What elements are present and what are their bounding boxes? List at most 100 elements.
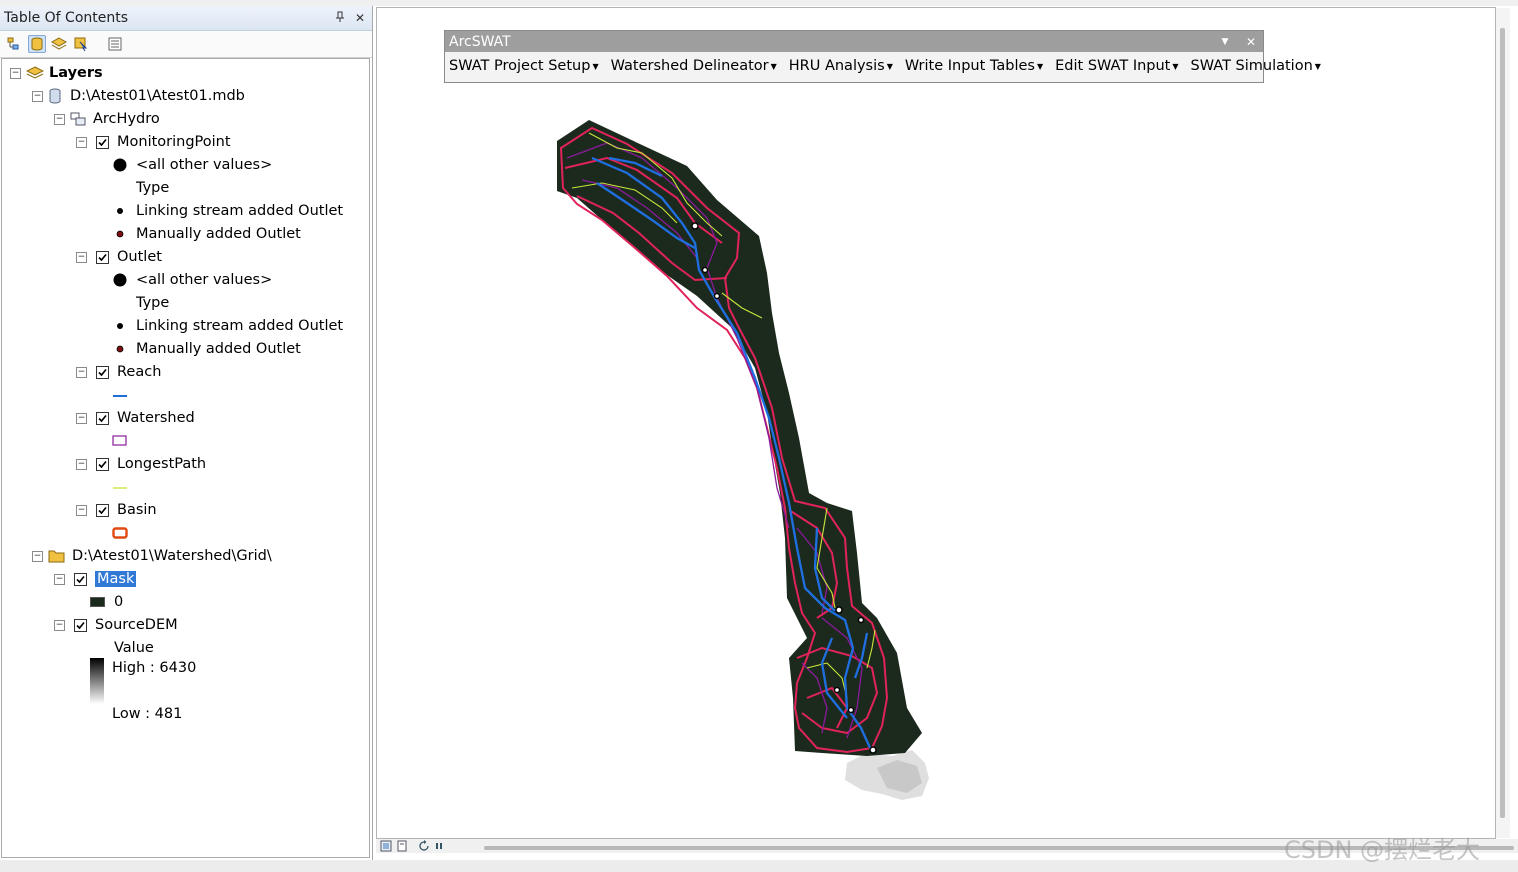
legend-mask-value: 0: [90, 591, 123, 613]
small-point-symbol-icon: [117, 208, 123, 214]
basin-polygon-symbol-icon: [112, 527, 128, 539]
dem-gradient-ramp: [90, 658, 104, 704]
tree-item-longestpath[interactable]: LongestPath: [96, 453, 206, 475]
collapse-layers-button[interactable]: −: [10, 68, 21, 79]
arcswat-menu-bar: SWAT Project Setup ▼ Watershed Delineator…: [445, 52, 1321, 80]
legend-monitoring-manual: Manually added Outlet: [114, 223, 301, 245]
toc-title: Table Of Contents: [4, 10, 129, 26]
outlet-checkbox[interactable]: [96, 250, 109, 264]
tree-item-database[interactable]: D:\Atest01\Atest01.mdb: [48, 85, 245, 107]
tree-item-basin[interactable]: Basin: [96, 499, 157, 521]
vertical-scroll-thumb[interactable]: [1500, 28, 1505, 818]
legend-monitoring-all-other: <all other values>: [112, 154, 272, 176]
reach-line-symbol-icon: [113, 395, 127, 397]
tree-item-reach[interactable]: Reach: [96, 361, 161, 383]
list-by-drawing-order-icon[interactable]: [6, 35, 24, 53]
legend-monitoring-linking: Linking stream added Outlet: [114, 200, 343, 222]
tree-item-sourcedem[interactable]: SourceDEM: [74, 614, 178, 636]
legend-dem-value-heading: Value: [114, 640, 154, 656]
small-point-symbol-icon: [117, 323, 123, 329]
collapse-archydro-button[interactable]: −: [54, 114, 65, 125]
chevron-down-icon: ▼: [1036, 61, 1044, 71]
map-display[interactable]: [376, 7, 1496, 839]
tree-item-layers[interactable]: Layers: [26, 62, 103, 84]
list-by-selection-icon[interactable]: [72, 35, 90, 53]
legend-monitoring-type-heading: Type: [136, 180, 170, 196]
map-vertical-scrollbar[interactable]: [1496, 8, 1510, 838]
tree-item-monitoringpoint[interactable]: MonitoringPoint: [96, 131, 231, 153]
toc-titlebar: Table Of Contents ✕: [0, 6, 372, 31]
collapse-outlet-button[interactable]: −: [76, 252, 87, 263]
legend-outlet-manual: Manually added Outlet: [114, 338, 301, 360]
menu-swat-project-setup[interactable]: SWAT Project Setup ▼: [449, 58, 599, 74]
reach-checkbox[interactable]: [96, 365, 109, 379]
options-icon[interactable]: [106, 35, 124, 53]
basin-checkbox[interactable]: [96, 503, 109, 517]
legend-outlet-all-other: <all other values>: [112, 269, 272, 291]
longestpath-checkbox[interactable]: [96, 457, 109, 471]
watershed-checkbox[interactable]: [96, 411, 109, 425]
collapse-reach-button[interactable]: −: [76, 367, 87, 378]
tree-item-grid-folder[interactable]: D:\Atest01\Watershed\Grid\: [48, 545, 272, 567]
collapse-basin-button[interactable]: −: [76, 505, 87, 516]
watershed-map[interactable]: [377, 8, 1495, 838]
menu-watershed-delineator[interactable]: Watershed Delineator ▼: [611, 58, 777, 74]
collapse-longestpath-button[interactable]: −: [76, 459, 87, 470]
pause-drawing-icon[interactable]: [434, 841, 444, 851]
longestpath-line-symbol-icon: [113, 487, 127, 489]
layers-icon: [26, 66, 44, 79]
table-of-contents-panel: Table Of Contents ✕ − Layers − D:\Atest0…: [0, 6, 373, 860]
list-by-visibility-icon[interactable]: [50, 35, 68, 53]
layout-view-icon[interactable]: [396, 840, 408, 852]
feature-dataset-icon: [70, 112, 86, 126]
pin-icon[interactable]: [332, 11, 348, 26]
menu-swat-simulation[interactable]: SWAT Simulation ▼: [1191, 58, 1321, 74]
legend-dem-high: High : 6430: [112, 660, 197, 676]
tree-item-outlet[interactable]: Outlet: [96, 246, 162, 268]
chevron-down-icon: ▼: [770, 61, 777, 71]
collapse-watershed-button[interactable]: −: [76, 413, 87, 424]
menu-edit-swat-input[interactable]: Edit SWAT Input ▼: [1055, 58, 1178, 74]
outlet-point: [713, 292, 721, 300]
mask-color-swatch-icon: [90, 597, 105, 607]
collapse-database-button[interactable]: −: [32, 91, 43, 102]
data-view-icon[interactable]: [380, 840, 392, 852]
arcswat-title: ArcSWAT: [449, 33, 511, 50]
outlet-point: [869, 746, 877, 754]
collapse-sourcedem-button[interactable]: −: [54, 620, 65, 631]
toc-tree: − Layers − D:\Atest01\Atest01.mdb − ArcH…: [1, 58, 370, 858]
chevron-down-icon: ▼: [886, 61, 893, 71]
refresh-icon[interactable]: [418, 840, 430, 852]
large-point-symbol-icon: [113, 158, 127, 172]
tree-item-archydro[interactable]: ArcHydro: [70, 108, 160, 130]
small-point-symbol-icon: [116, 230, 124, 238]
monitoringpoint-checkbox[interactable]: [96, 135, 109, 149]
menu-hru-analysis[interactable]: HRU Analysis ▼: [789, 58, 893, 74]
small-point-symbol-icon: [116, 345, 124, 353]
mask-polygon: [557, 120, 922, 756]
close-icon[interactable]: ✕: [1243, 35, 1259, 49]
arcswat-titlebar[interactable]: ArcSWAT ▼ ✕: [445, 31, 1263, 52]
chevron-down-icon: ▼: [1314, 61, 1321, 71]
outlet-point: [857, 616, 865, 624]
tree-item-watershed[interactable]: Watershed: [96, 407, 195, 429]
mask-checkbox[interactable]: [74, 572, 87, 586]
toolbar-options-dropdown-icon[interactable]: ▼: [1217, 37, 1233, 47]
collapse-monitoringpoint-button[interactable]: −: [76, 137, 87, 148]
close-icon[interactable]: ✕: [352, 11, 368, 25]
legend-outlet-linking: Linking stream added Outlet: [114, 315, 343, 337]
collapse-mask-button[interactable]: −: [54, 574, 65, 585]
collapse-grid-folder-button[interactable]: −: [32, 551, 43, 562]
legend-outlet-type-heading: Type: [136, 295, 170, 311]
chevron-down-icon: ▼: [1172, 61, 1179, 71]
outlet-point: [701, 266, 709, 274]
chevron-down-icon: ▼: [592, 61, 599, 71]
outlet-point: [691, 222, 699, 230]
tree-item-mask[interactable]: Mask: [74, 568, 137, 590]
list-by-source-icon[interactable]: [28, 35, 46, 53]
menu-write-input-tables[interactable]: Write Input Tables ▼: [905, 58, 1043, 74]
toc-toolbar: [0, 31, 372, 58]
sourcedem-checkbox[interactable]: [74, 618, 87, 632]
outlet-point: [847, 706, 855, 714]
database-icon: [49, 88, 61, 104]
